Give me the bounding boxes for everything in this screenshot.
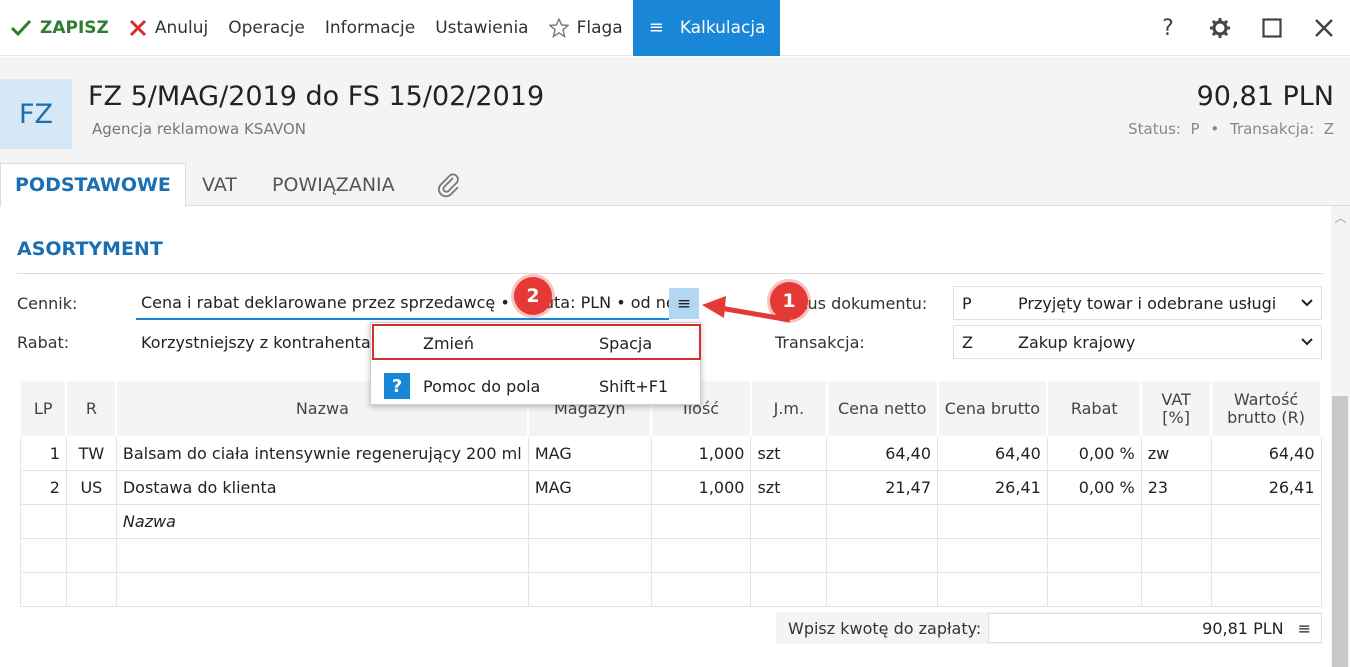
- cell-gross-price[interactable]: 64,40: [937, 436, 1048, 471]
- rabat-field[interactable]: Korzystniejszy z kontrahenta/: [136, 325, 376, 359]
- cell-value: 26,41: [1210, 470, 1322, 505]
- cell-value: 64,40: [1210, 436, 1322, 471]
- cell-discount[interactable]: 0,00 %: [1046, 470, 1142, 505]
- flag-button[interactable]: Flaga: [539, 0, 633, 56]
- paperclip-icon: [438, 173, 459, 197]
- save-label: ZAPISZ: [40, 17, 109, 38]
- col-header-lp[interactable]: LP: [20, 380, 68, 437]
- payment-label: Wpisz kwotę do zapłaty:: [788, 618, 982, 638]
- cennik-label: Cennik:: [17, 294, 78, 313]
- document-status-line: Status: P • Transakcja: Z: [1128, 120, 1334, 138]
- check-icon: [10, 19, 32, 36]
- close-window-icon[interactable]: [1298, 0, 1350, 56]
- cell-unit[interactable]: szt: [750, 470, 828, 505]
- cell-lp: 2: [20, 470, 67, 505]
- cancel-button[interactable]: Anuluj: [119, 0, 218, 56]
- cell-name[interactable]: Balsam do ciała intensywnie regenerujący…: [115, 436, 529, 471]
- chevron-down-icon: [1301, 338, 1313, 346]
- maximize-icon[interactable]: [1246, 0, 1298, 56]
- col-header-r[interactable]: R: [65, 380, 118, 437]
- toolbar: ZAPISZ Anuluj Operacje Informacje Ustawi…: [0, 0, 1350, 56]
- items-table: LP R Nazwa Magazyn Ilość J.m. Cena netto…: [20, 380, 1322, 607]
- tab-vat[interactable]: VAT: [202, 163, 237, 206]
- highlight-box: [372, 324, 701, 360]
- cell-r: TW: [65, 436, 117, 471]
- payment-amount-field[interactable]: 90,81 PLN ≡: [988, 613, 1322, 643]
- cell-lp: 1: [20, 436, 67, 471]
- status-document-select[interactable]: P Przyjęty towar i odebrane usługi: [953, 286, 1322, 320]
- table-row-empty: [20, 538, 1322, 573]
- table-row-empty: [20, 572, 1322, 607]
- flag-label: Flaga: [576, 17, 623, 38]
- information-menu[interactable]: Informacje: [315, 0, 425, 56]
- rabat-label: Rabat:: [17, 333, 70, 352]
- menu-icon: ≡: [648, 17, 664, 38]
- document-amount: 90,81 PLN: [1196, 81, 1334, 112]
- context-menu-item-help[interactable]: ? Pomoc do pola Shift+F1: [371, 368, 702, 404]
- transaction-text: Zakup krajowy: [1018, 332, 1136, 352]
- help-icon: ?: [384, 373, 410, 399]
- cancel-label: Anuluj: [154, 17, 209, 38]
- cell-net-price[interactable]: 21,47: [826, 470, 939, 505]
- save-button[interactable]: ZAPISZ: [0, 0, 119, 56]
- cell-net-price[interactable]: 64,40: [826, 436, 939, 471]
- cell-unit[interactable]: szt: [750, 436, 828, 471]
- cell-vat[interactable]: 23: [1140, 470, 1212, 505]
- close-icon: [129, 19, 146, 36]
- payment-amount-value: 90,81 PLN: [1202, 618, 1284, 638]
- gear-icon[interactable]: [1194, 0, 1246, 56]
- cell-r: US: [65, 470, 117, 505]
- scroll-up-icon[interactable]: ︿: [1331, 206, 1350, 228]
- col-header-vat[interactable]: VAT [%]: [1140, 380, 1213, 437]
- chevron-down-icon: [1301, 299, 1313, 307]
- col-header-cena-brutto[interactable]: Cena brutto: [937, 380, 1049, 437]
- calculation-label: Kalkulacja: [679, 17, 766, 38]
- section-divider: [17, 273, 1323, 274]
- cennik-field[interactable]: Cena i rabat deklarowane przez sprzedawc…: [136, 286, 669, 320]
- document-header: FZ FZ 5/MAG/2019 do FS 15/02/2019 Agencj…: [0, 57, 1350, 163]
- help-icon[interactable]: ?: [1142, 0, 1194, 56]
- cell-discount[interactable]: 0,00 %: [1046, 436, 1142, 471]
- tab-powiazania[interactable]: POWIĄZANIA: [272, 163, 395, 206]
- cell-qty[interactable]: 1,000: [650, 470, 752, 505]
- table-row-new[interactable]: Nazwa: [20, 504, 1322, 539]
- cell-warehouse[interactable]: MAG: [527, 470, 652, 505]
- new-item-name-input[interactable]: Nazwa: [115, 504, 529, 539]
- cell-name[interactable]: Dostawa do klienta: [115, 470, 529, 505]
- cell-gross-price[interactable]: 26,41: [937, 470, 1048, 505]
- calculation-button[interactable]: ≡ Kalkulacja: [632, 0, 780, 56]
- cell-vat[interactable]: zw: [1140, 436, 1212, 471]
- star-icon: [548, 17, 569, 38]
- context-menu-item-shortcut: Shift+F1: [599, 376, 669, 396]
- tab-bar: PODSTAWOWE VAT POWIĄZANIA: [0, 163, 1350, 207]
- document-type-badge: FZ: [0, 79, 72, 149]
- status-text: Przyjęty towar i odebrane usługi: [1018, 293, 1277, 313]
- cell-warehouse[interactable]: MAG: [527, 436, 652, 471]
- section-title: ASORTYMENT: [17, 238, 163, 260]
- scrollbar-thumb[interactable]: [1332, 396, 1348, 667]
- menu-icon: ≡: [676, 293, 692, 314]
- contractor-name: Agencja reklamowa KSAVON: [92, 120, 306, 138]
- tab-podstawowe[interactable]: PODSTAWOWE: [0, 163, 186, 207]
- table-row[interactable]: 1 TW Balsam do ciała intensywnie regener…: [20, 436, 1322, 471]
- cell-qty[interactable]: 1,000: [650, 436, 752, 471]
- menu-icon[interactable]: ≡: [1298, 619, 1311, 638]
- status-code: P: [962, 293, 972, 313]
- context-menu-item-label: Pomoc do pola: [423, 376, 541, 396]
- annotation-marker-2: 2: [514, 277, 552, 315]
- operations-menu[interactable]: Operacje: [218, 0, 315, 56]
- col-header-cena-netto[interactable]: Cena netto: [826, 380, 939, 437]
- tab-attachments[interactable]: [436, 163, 462, 206]
- transaction-select[interactable]: Z Zakup krajowy: [953, 325, 1322, 359]
- document-title: FZ 5/MAG/2019 do FS 15/02/2019: [88, 81, 545, 112]
- transaction-label: Transakcja:: [775, 333, 865, 352]
- annotation-marker-1: 1: [770, 282, 808, 320]
- col-header-jm[interactable]: J.m.: [750, 380, 828, 437]
- settings-menu[interactable]: Ustawienia: [425, 0, 538, 56]
- col-header-wartosc[interactable]: Wartość brutto (R): [1210, 380, 1322, 437]
- table-row[interactable]: 2 US Dostawa do klienta MAG 1,000 szt 21…: [20, 470, 1322, 505]
- payment-amount-row: Wpisz kwotę do zapłaty: 90,81 PLN ≡: [776, 612, 1322, 644]
- transaction-code: Z: [962, 332, 973, 352]
- col-header-rabat[interactable]: Rabat: [1046, 380, 1143, 437]
